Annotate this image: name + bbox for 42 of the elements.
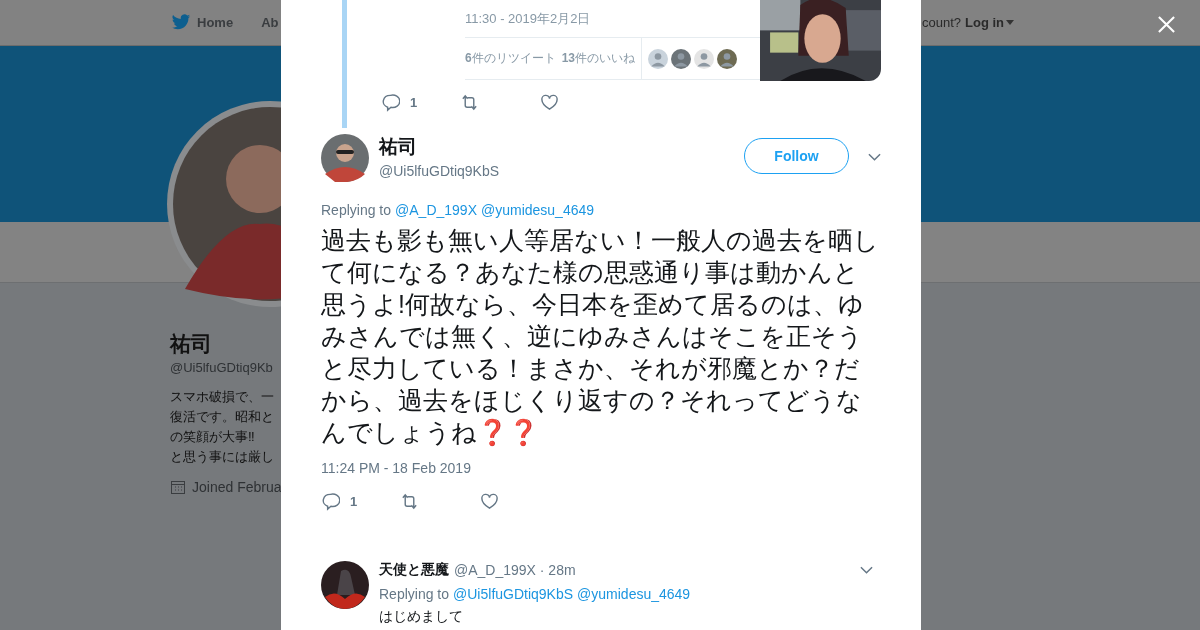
author-name[interactable]: 天使と悪魔: [379, 561, 449, 579]
heart-icon[interactable]: [540, 93, 559, 112]
avatar[interactable]: [321, 561, 369, 609]
caret-icon: [1006, 20, 1014, 25]
author-handle[interactable]: @Ui5lfuGDtiq9KbS: [379, 163, 744, 179]
login-link[interactable]: Log in: [965, 15, 1014, 30]
close-icon[interactable]: [1157, 15, 1176, 34]
retweet-icon[interactable]: [460, 93, 479, 112]
nav-link[interactable]: Home: [171, 14, 234, 31]
retweet-icon[interactable]: [400, 492, 419, 511]
chevron-icon[interactable]: [860, 566, 873, 574]
bio-line: 復活です。昭和と: [170, 408, 274, 426]
bio-line: の笑顔が大事‼: [170, 428, 255, 446]
like-count[interactable]: 13件のいいね: [561, 50, 636, 67]
reply-button[interactable]: 1: [321, 492, 400, 511]
reply-icon: [381, 93, 400, 112]
bio-line: と思う事には厳し: [170, 448, 274, 466]
reply-icon: [321, 492, 340, 511]
retweet-count[interactable]: 6件のリツイート: [465, 50, 556, 67]
replying-to-label: Replying to: [321, 202, 392, 218]
avatar[interactable]: [321, 134, 369, 182]
replying-to-label: Replying to: [379, 586, 450, 602]
nav-link[interactable]: Ab: [261, 14, 279, 31]
reply-button[interactable]: 1: [381, 93, 460, 112]
author-name[interactable]: 祐司: [379, 134, 744, 160]
calendar-icon: [170, 479, 186, 495]
mention-link[interactable]: @A_D_199X: [395, 202, 477, 218]
mention-link[interactable]: @Ui5lfuGDtiq9KbS: [453, 586, 574, 602]
mention-link[interactable]: @yumidesu_4649: [481, 202, 595, 218]
tweet-text: 過去も影も無い人等居ない！一般人の過去を晒して何になる？あなた様の思惑通り事は動かんと思うよ!何故なら、今日本を歪めて居るのは、ゆみさんでは無く、逆にゆみさんはそこを正そうと尽力している！まさか、それが邪魔とか？だから、過去をほじくり返すの？それってどうなんでしょうね❓❓: [321, 225, 880, 448]
tweet-text: はじめまして: [379, 608, 464, 626]
mention-link[interactable]: @yumidesu_4649: [577, 586, 691, 602]
profile-handle: @Ui5lfuGDtiq9Kb: [170, 360, 273, 375]
bird-icon: [171, 14, 191, 31]
account-prompt: count?: [921, 15, 961, 30]
follow-button[interactable]: Follow: [744, 138, 849, 174]
joined-date: Joined Februa: [192, 479, 282, 495]
heart-icon[interactable]: [480, 492, 499, 511]
tweet-time: 11:24 PM - 18 Feb 2019: [321, 460, 472, 476]
profile-name: 祐司: [170, 331, 212, 357]
author-handle[interactable]: @A_D_199X · 28m: [454, 562, 855, 578]
chevron-icon[interactable]: [868, 153, 881, 161]
